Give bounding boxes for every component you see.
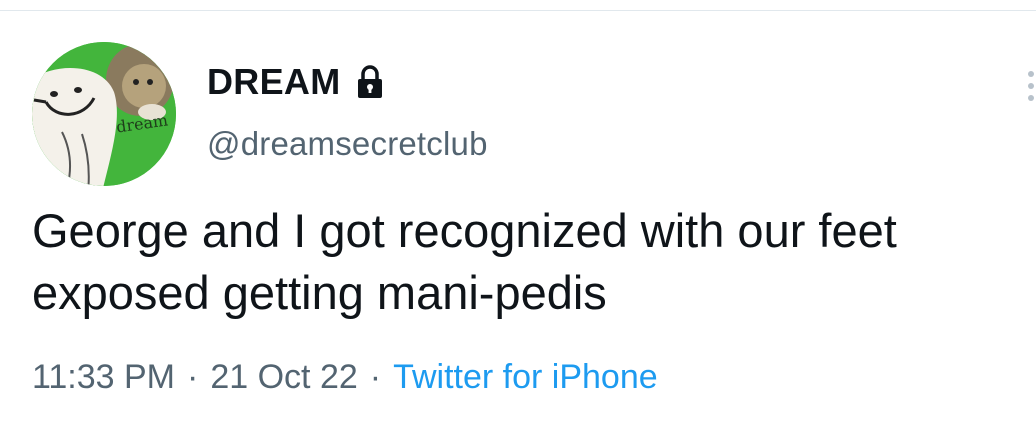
display-name[interactable]: DREAM [207,61,341,103]
tweet-metadata: 11:33 PM · 21 Oct 22 · Twitter for iPhone [32,358,658,397]
tweet-time[interactable]: 11:33 PM [32,358,175,396]
display-name-row[interactable]: DREAM [207,60,385,104]
lock-icon [355,64,385,100]
user-handle[interactable]: @dreamsecretclub [207,125,488,163]
avatar[interactable]: dream [32,42,176,186]
tweet-date[interactable]: 21 Oct 22 [210,358,357,396]
top-divider [0,0,1036,11]
tweet-source-link[interactable]: Twitter for iPhone [393,358,658,396]
tweet-text: George and I got recognized with our fee… [32,204,897,319]
separator-dot: · [369,358,382,396]
separator-dot: · [187,358,199,396]
more-vertical-icon[interactable] [1016,70,1036,104]
